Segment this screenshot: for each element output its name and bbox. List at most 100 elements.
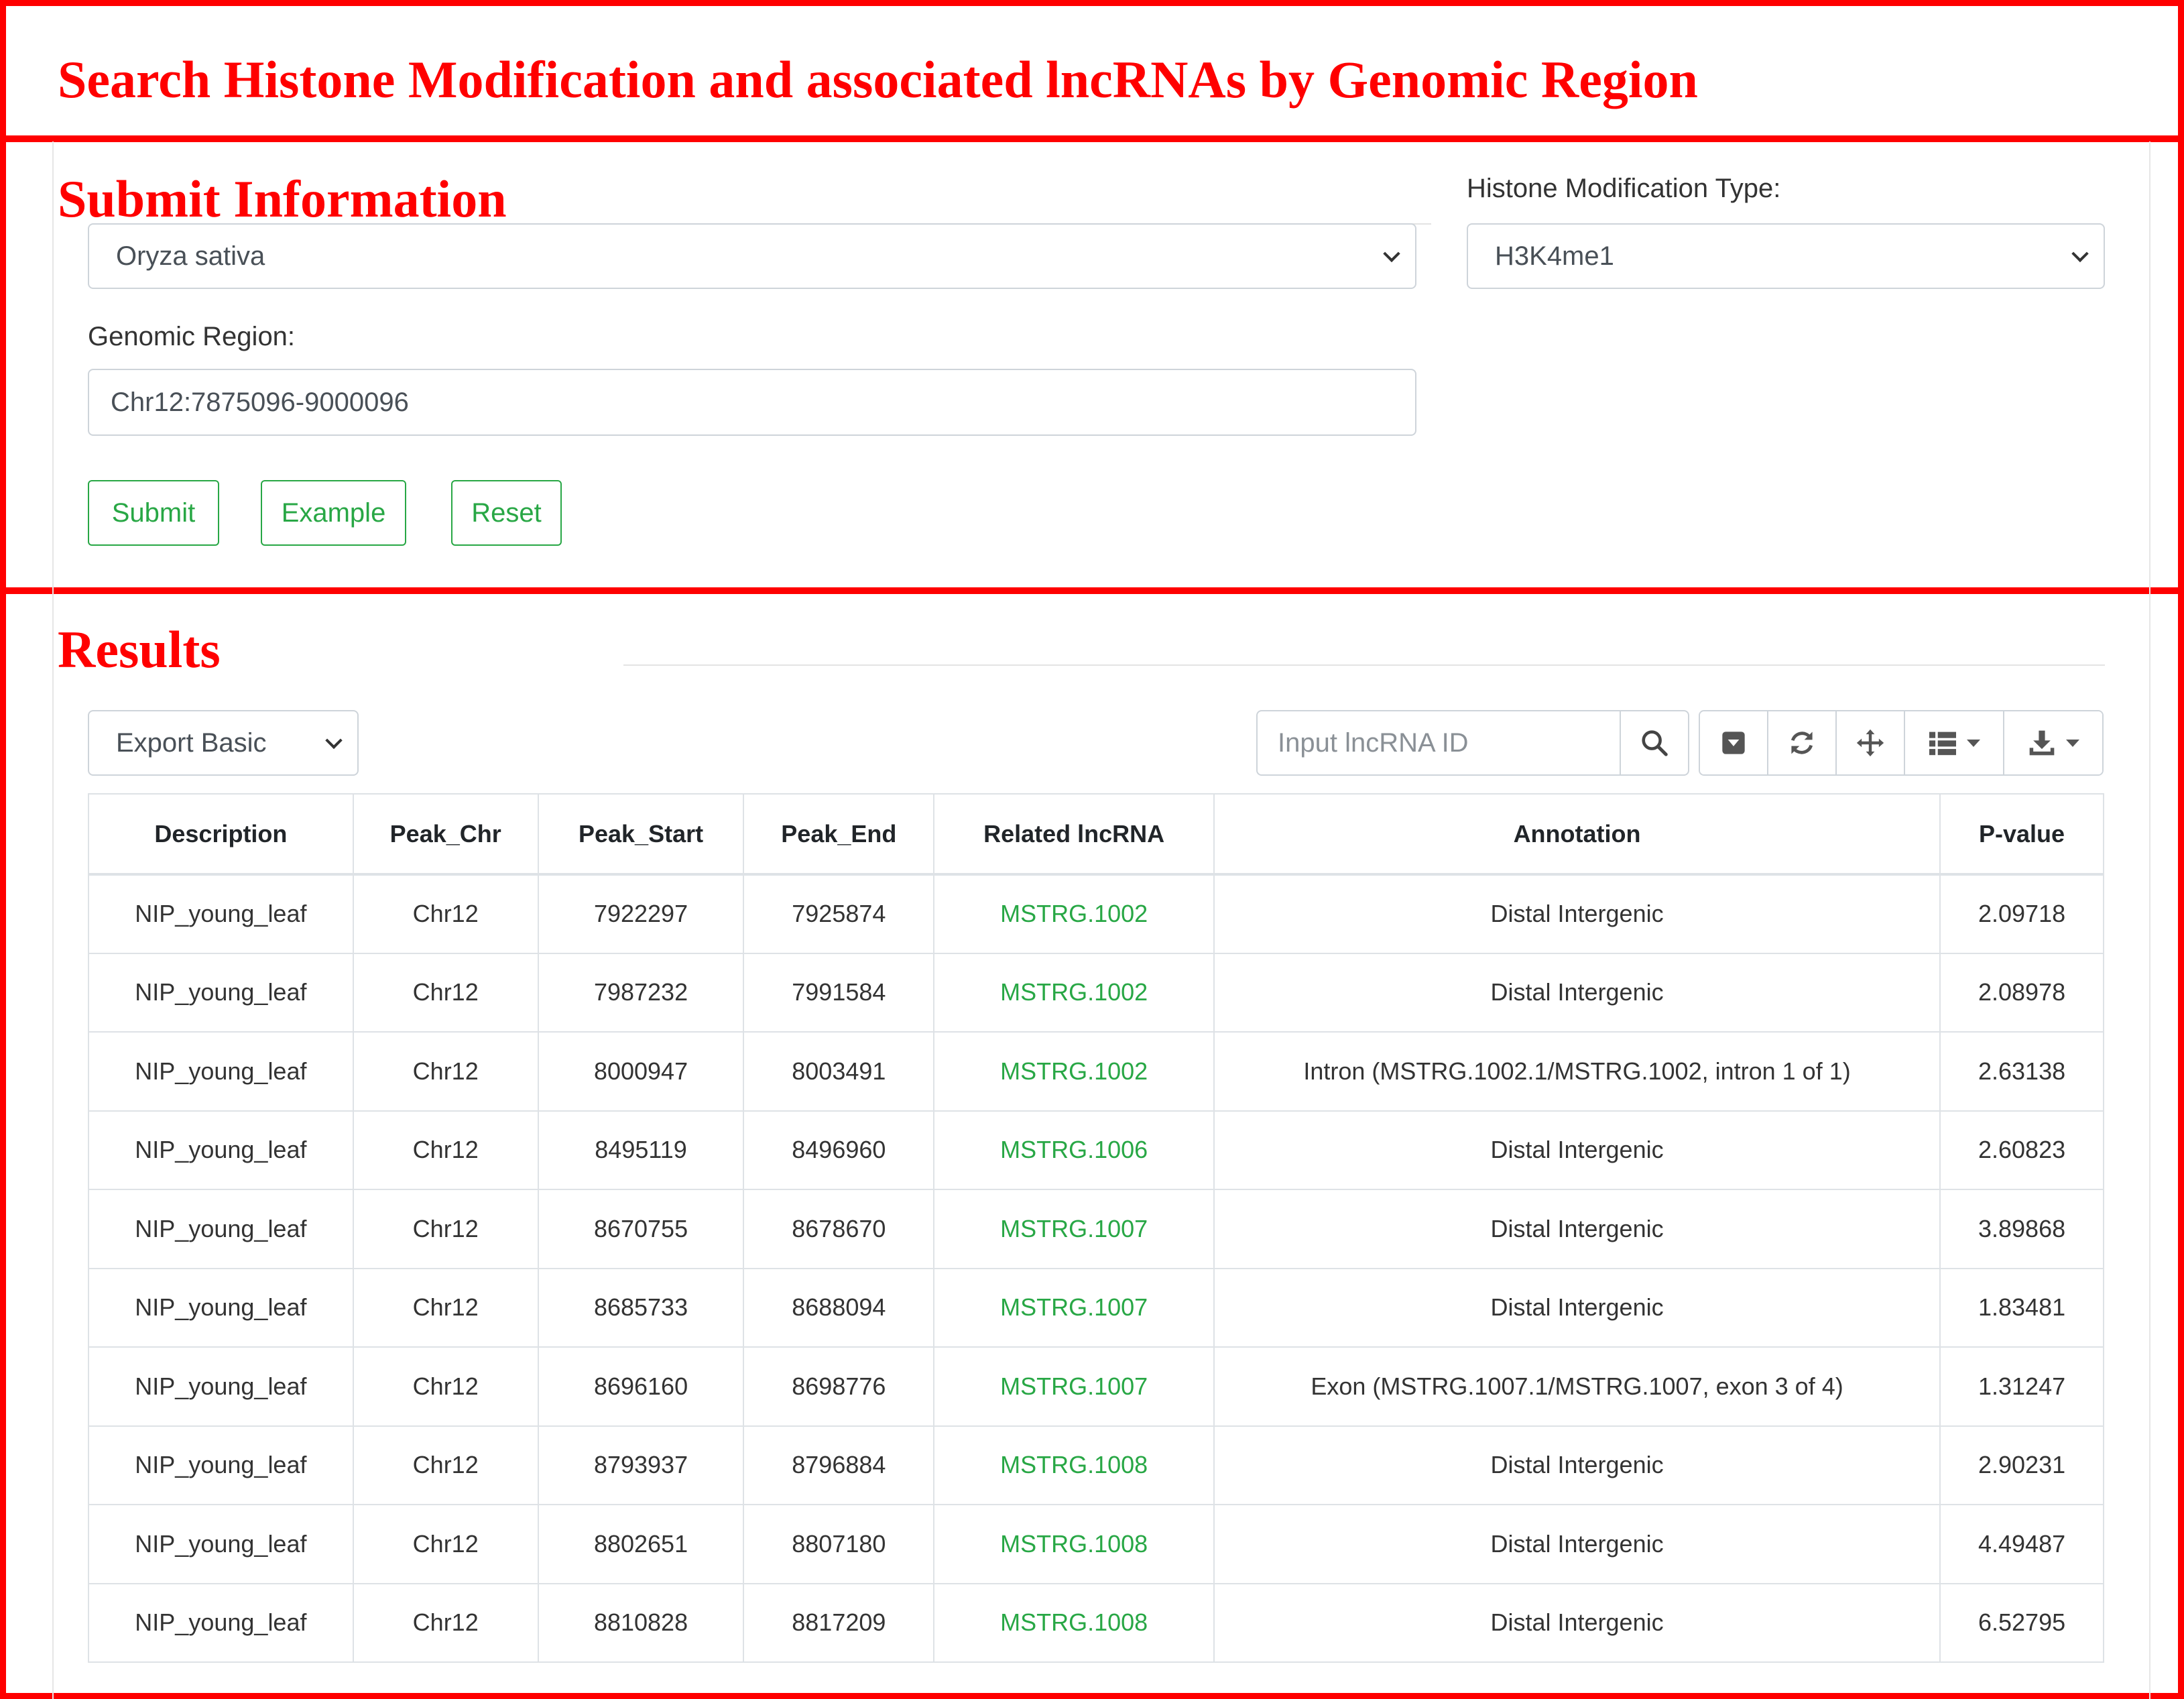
column-header-description[interactable]: Description	[88, 793, 354, 876]
reset-button[interactable]: Reset	[451, 480, 562, 546]
cell-p-value: 4.49487	[1939, 1504, 2104, 1584]
genomic-region-input[interactable]: Chr12:7875096-9000096	[88, 369, 1416, 436]
cell-peak-start: 8696160	[537, 1346, 745, 1427]
example-button[interactable]: Example	[261, 480, 406, 546]
table-row: NIP_young_leaf Chr12 8000947 8003491 MST…	[88, 1031, 2104, 1112]
cell-peak-start: 8000947	[537, 1031, 745, 1112]
cell-description: NIP_young_leaf	[88, 1267, 354, 1348]
cell-peak-chr: Chr12	[352, 1110, 539, 1190]
cell-description: NIP_young_leaf	[88, 1425, 354, 1505]
cell-peak-end: 8796884	[743, 1425, 935, 1505]
lncrna-link[interactable]: MSTRG.1007	[933, 1346, 1215, 1427]
submit-button[interactable]: Submit	[88, 480, 219, 546]
cell-p-value: 1.83481	[1939, 1267, 2104, 1348]
search-icon	[1642, 730, 1668, 756]
table-row: NIP_young_leaf Chr12 8802651 8807180 MST…	[88, 1504, 2104, 1584]
table-row: NIP_young_leaf Chr12 7987232 7991584 MST…	[88, 952, 2104, 1033]
table-header-row: Description Peak_Chr Peak_Start Peak_End…	[88, 793, 2104, 876]
cell-p-value: 3.89868	[1939, 1189, 2104, 1269]
column-header-peak-end[interactable]: Peak_End	[743, 793, 935, 876]
cell-annotation: Distal Intergenic	[1213, 1110, 1941, 1190]
column-header-peak-chr[interactable]: Peak_Chr	[352, 793, 539, 876]
cell-p-value: 2.90231	[1939, 1425, 2104, 1505]
table-row: NIP_young_leaf Chr12 7922297 7925874 MST…	[88, 874, 2104, 954]
table-row: NIP_young_leaf Chr12 8696160 8698776 MST…	[88, 1346, 2104, 1427]
export-select[interactable]: Export Basic	[88, 710, 359, 776]
cell-annotation: Intron (MSTRG.1002.1/MSTRG.1002, intron …	[1213, 1031, 1941, 1112]
histone-type-select[interactable]: H3K4me1	[1467, 223, 2105, 289]
cell-description: NIP_young_leaf	[88, 1346, 354, 1427]
cell-p-value: 2.09718	[1939, 874, 2104, 954]
column-header-peak-start[interactable]: Peak_Start	[537, 793, 745, 876]
histone-type-label: Histone Modification Type:	[1467, 174, 1781, 203]
cell-peak-end: 8688094	[743, 1267, 935, 1348]
cell-annotation: Distal Intergenic	[1213, 1582, 1941, 1663]
refresh-button[interactable]	[1768, 711, 1837, 774]
cell-annotation: Distal Intergenic	[1213, 1425, 1941, 1505]
cell-peak-end: 8817209	[743, 1582, 935, 1663]
cell-peak-chr: Chr12	[352, 1346, 539, 1427]
download-icon	[2029, 730, 2055, 756]
cell-peak-chr: Chr12	[352, 1267, 539, 1348]
columns-dropdown-button[interactable]	[1905, 711, 2004, 774]
lncrna-link[interactable]: MSTRG.1002	[933, 1031, 1215, 1112]
lncrna-link[interactable]: MSTRG.1002	[933, 952, 1215, 1033]
genomic-region-label: Genomic Region:	[88, 322, 296, 351]
toggle-icon	[1722, 731, 1745, 754]
cell-annotation: Distal Intergenic	[1213, 952, 1941, 1033]
lncrna-link[interactable]: MSTRG.1008	[933, 1425, 1215, 1505]
cell-p-value: 6.52795	[1939, 1582, 2104, 1663]
lncrna-link[interactable]: MSTRG.1002	[933, 874, 1215, 954]
cell-peak-start: 8793937	[537, 1425, 745, 1505]
cell-annotation: Exon (MSTRG.1007.1/MSTRG.1007, exon 3 of…	[1213, 1346, 1941, 1427]
lncrna-link[interactable]: MSTRG.1007	[933, 1267, 1215, 1348]
cell-peak-start: 7922297	[537, 874, 745, 954]
cell-description: NIP_young_leaf	[88, 874, 354, 954]
lncrna-search-input[interactable]: Input lncRNA ID	[1256, 710, 1621, 776]
cell-peak-end: 7991584	[743, 952, 935, 1033]
fullscreen-button[interactable]	[1837, 711, 1905, 774]
cell-annotation: Distal Intergenic	[1213, 874, 1941, 954]
column-header-annotation[interactable]: Annotation	[1213, 793, 1941, 876]
cell-peak-start: 8495119	[537, 1110, 745, 1190]
cell-peak-chr: Chr12	[352, 1504, 539, 1584]
cell-p-value: 2.60823	[1939, 1110, 2104, 1190]
cell-description: NIP_young_leaf	[88, 952, 354, 1033]
cell-annotation: Distal Intergenic	[1213, 1189, 1941, 1269]
move-icon	[1856, 729, 1884, 757]
cell-peak-chr: Chr12	[352, 952, 539, 1033]
submit-section-annotation: Submit Information	[58, 170, 507, 228]
results-table: Description Peak_Chr Peak_Start Peak_End…	[88, 793, 2104, 1663]
cell-peak-end: 8003491	[743, 1031, 935, 1112]
table-row: NIP_young_leaf Chr12 8670755 8678670 MST…	[88, 1189, 2104, 1269]
lncrna-link[interactable]: MSTRG.1007	[933, 1189, 1215, 1269]
results-section-annotation: Results	[58, 620, 221, 679]
cell-peak-end: 8678670	[743, 1189, 935, 1269]
cell-description: NIP_young_leaf	[88, 1031, 354, 1112]
table-row: NIP_young_leaf Chr12 8810828 8817209 MST…	[88, 1582, 2104, 1663]
column-header-p-value[interactable]: P-value	[1939, 793, 2104, 876]
refresh-icon	[1791, 731, 1813, 754]
cell-peak-chr: Chr12	[352, 1425, 539, 1505]
toggle-view-button[interactable]	[1700, 711, 1768, 774]
cell-peak-chr: Chr12	[352, 1031, 539, 1112]
species-select[interactable]: Oryza sativa	[88, 223, 1416, 289]
caret-down-icon	[1967, 739, 1980, 747]
column-header-related-lncrna[interactable]: Related lncRNA	[933, 793, 1215, 876]
cell-peak-chr: Chr12	[352, 1582, 539, 1663]
search-button[interactable]	[1620, 710, 1689, 776]
chevron-down-icon	[1383, 245, 1400, 263]
lncrna-link[interactable]: MSTRG.1008	[933, 1582, 1215, 1663]
cell-peak-start: 8685733	[537, 1267, 745, 1348]
cell-peak-start: 8802651	[537, 1504, 745, 1584]
export-dropdown-button[interactable]	[2004, 711, 2102, 774]
lncrna-link[interactable]: MSTRG.1008	[933, 1504, 1215, 1584]
lncrna-link[interactable]: MSTRG.1006	[933, 1110, 1215, 1190]
cell-peak-start: 8810828	[537, 1582, 745, 1663]
table-row: NIP_young_leaf Chr12 8793937 8796884 MST…	[88, 1425, 2104, 1505]
caret-down-icon	[2066, 739, 2079, 747]
cell-peak-end: 8807180	[743, 1504, 935, 1584]
cell-description: NIP_young_leaf	[88, 1110, 354, 1190]
cell-peak-start: 7987232	[537, 952, 745, 1033]
genomic-region-value: Chr12:7875096-9000096	[111, 387, 409, 417]
